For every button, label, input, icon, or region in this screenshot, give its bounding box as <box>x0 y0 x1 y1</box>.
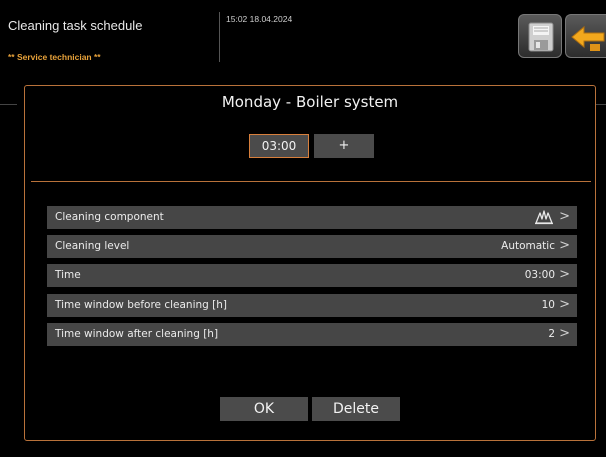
page-title: Cleaning task schedule <box>8 18 143 33</box>
back-button[interactable] <box>565 14 606 58</box>
chevron-right-icon: > <box>559 267 570 282</box>
row-window-before[interactable]: Time window before cleaning [h] 10 > <box>47 294 577 317</box>
chevron-right-icon: > <box>559 209 570 224</box>
date-time-display: 15:02 18.04.2024 <box>226 14 293 24</box>
row-label: Time window after cleaning [h] <box>55 328 219 340</box>
dialog-title: Monday - Boiler system <box>221 93 399 111</box>
chevron-right-icon: > <box>559 238 570 253</box>
boiler-component-icon <box>535 210 553 225</box>
row-time[interactable]: Time 03:00 > <box>47 264 577 287</box>
add-time-button[interactable]: + <box>314 134 374 158</box>
row-value: 2 <box>548 328 555 340</box>
header-divider <box>219 12 220 62</box>
row-label: Cleaning level <box>55 240 130 252</box>
user-role-label: ** Service technician ** <box>8 52 101 62</box>
time-selector[interactable]: 03:00 <box>249 134 309 158</box>
chevron-right-icon: > <box>559 326 570 341</box>
delete-button[interactable]: Delete <box>312 397 400 421</box>
save-button[interactable] <box>518 14 562 58</box>
row-label: Time <box>55 269 81 281</box>
row-label: Time window before cleaning [h] <box>55 299 227 311</box>
row-cleaning-level[interactable]: Cleaning level Automatic > <box>47 235 577 258</box>
row-value: Automatic <box>501 240 555 252</box>
row-window-after[interactable]: Time window after cleaning [h] 2 > <box>47 323 577 346</box>
row-label: Cleaning component <box>55 211 164 223</box>
left-edge-line <box>0 104 17 105</box>
row-cleaning-component[interactable]: Cleaning component > <box>47 206 577 229</box>
ok-button[interactable]: OK <box>220 397 308 421</box>
dialog-divider <box>31 181 591 182</box>
row-value: 03:00 <box>524 269 555 281</box>
floppy-save-icon <box>528 22 554 52</box>
back-arrow-icon <box>571 25 605 51</box>
screen: Cleaning task schedule ** Service techni… <box>0 0 606 457</box>
row-value: 10 <box>541 299 555 311</box>
chevron-right-icon: > <box>559 297 570 312</box>
schedule-dialog: Monday - Boiler system 03:00 + Cleaning … <box>24 85 596 441</box>
